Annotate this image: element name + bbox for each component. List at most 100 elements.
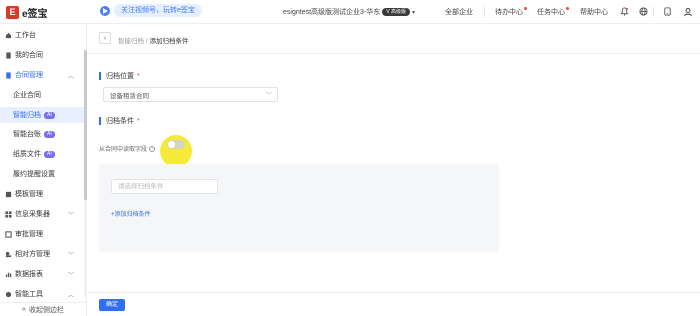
top-bar: E e签宝 关注视频号，玩转e签宝 esigntest高级版测试企业3-华东 V… xyxy=(0,0,700,24)
condition-panel: 请选择归档条件 +添加归档条件 xyxy=(99,164,499,252)
archive-condition-title: 归档条件 xyxy=(106,118,134,125)
document-icon xyxy=(5,51,12,59)
chevron-down-icon: ﹀ xyxy=(67,212,74,219)
sidebar-item-contract-management[interactable]: 合同管理 ︿ xyxy=(0,67,84,83)
logo-text: e签宝 xyxy=(22,9,48,20)
sidebar-item-label: 相对方管理 xyxy=(15,251,50,258)
back-button[interactable]: ‹ xyxy=(99,32,111,44)
logo[interactable]: E e签宝 xyxy=(6,5,48,20)
chevron-up-icon: ︿ xyxy=(67,73,74,80)
sidebar-item-label: 智能工具 xyxy=(15,291,43,298)
org-version-badge: V 高级版 xyxy=(382,8,410,16)
sidebar-item-my-contracts[interactable]: 我的合同 xyxy=(0,47,84,63)
main-content: ‹ 智能归档 / 添加归档条件 归档位置 * 设备租赁合同 ﹀ 归档条件 * 从… xyxy=(87,24,700,316)
home-icon xyxy=(5,32,12,39)
sidebar-subitem-smart-archive[interactable]: 智能归档 AI xyxy=(0,107,84,123)
sidebar-item-label: 审批管理 xyxy=(15,231,43,238)
sidebar-subitem-smart-ledger[interactable]: 智能台账 AI xyxy=(0,126,84,142)
sidebar-item-data-reports[interactable]: 数据报表 ﹀ xyxy=(0,266,84,282)
divider xyxy=(653,7,654,17)
sidebar-item-label: 模板管理 xyxy=(15,191,43,198)
org-name: esigntest高级版测试企业3-华东 xyxy=(283,9,381,16)
archive-condition-label: 归档条件 * xyxy=(99,116,140,126)
archive-location-value: 设备租赁合同 xyxy=(110,92,149,100)
caret-down-icon: ▾ xyxy=(411,9,415,16)
chevron-up-icon: ︿ xyxy=(67,292,74,299)
ai-badge: AI xyxy=(44,130,55,138)
ai-badge: AI xyxy=(44,150,55,158)
promo-banner[interactable]: 关注视频号，玩转e签宝 xyxy=(100,4,202,17)
org-switcher[interactable]: esigntest高级版测试企业3-华东 V 高级版 ▾ xyxy=(283,7,415,17)
confirm-button[interactable]: 确定 xyxy=(99,299,125,311)
required-mark: * xyxy=(137,117,140,125)
sidebar-item-approval-management[interactable]: 审批管理 xyxy=(0,226,84,242)
read-fields-hint: 从合同中读取字段 ? xyxy=(99,144,156,153)
read-fields-toggle[interactable] xyxy=(167,140,185,149)
sidebar-item-label: 工作台 xyxy=(15,32,36,39)
sidebar-subitem-fulfillment-reminders[interactable]: 履约提醒设置 xyxy=(0,166,84,182)
video-channel-icon xyxy=(100,5,110,16)
sidebar-item-counterparty-management[interactable]: 相对方管理 ﹀ xyxy=(0,246,84,262)
archive-location-title: 归档位置 xyxy=(106,73,134,80)
chevron-down-icon: ﹀ xyxy=(67,252,74,259)
nav-all-enterprises[interactable]: 全部企业 xyxy=(445,7,473,17)
sidebar-item-label: 数据报表 xyxy=(15,271,43,278)
breadcrumb-parent[interactable]: 智能归档 xyxy=(118,38,144,45)
sidebar-item-info-collector[interactable]: 信息采集器 ﹀ xyxy=(0,206,84,222)
footer-bar: 确定 xyxy=(87,292,700,316)
help-circle-icon[interactable]: ? xyxy=(149,145,156,152)
sidebar: 工作台 我的合同 合同管理 ︿ 企业合同 智能归档 AI 智能台账 AI 纸质文… xyxy=(0,24,87,316)
breadcrumb-current: 添加归档条件 xyxy=(149,38,189,45)
tools-icon xyxy=(5,291,12,298)
sidebar-subitem-enterprise-contracts[interactable]: 企业合同 xyxy=(0,87,84,103)
device-icon[interactable] xyxy=(662,6,673,17)
notification-dot xyxy=(566,7,569,10)
nav-todo-center[interactable]: 待办中心 xyxy=(495,7,527,17)
chevron-down-icon: ﹀ xyxy=(67,272,74,279)
collector-icon xyxy=(5,210,12,218)
sidebar-subitem-label: 智能归档 xyxy=(13,112,41,119)
sidebar-item-label: 我的合同 xyxy=(15,52,43,59)
template-icon xyxy=(5,191,12,198)
add-condition-link[interactable]: +添加归档条件 xyxy=(111,209,151,218)
chevron-down-icon: ﹀ xyxy=(265,93,272,99)
sidebar-item-template-management[interactable]: 模板管理 xyxy=(0,186,84,202)
sidebar-subitem-label: 纸质文件 xyxy=(13,151,41,158)
ai-badge: AI xyxy=(44,111,55,119)
logo-mark: E xyxy=(6,6,19,19)
required-mark: * xyxy=(137,72,140,80)
sidebar-subitem-label: 智能台账 xyxy=(13,131,41,138)
counterparty-icon xyxy=(5,251,12,258)
archive-location-label: 归档位置 * xyxy=(99,71,140,81)
condition-select[interactable]: 请选择归档条件 xyxy=(111,179,218,194)
sidebar-subitem-label: 履约提醒设置 xyxy=(13,171,55,178)
nav-task-label: 任务中心 xyxy=(537,9,565,16)
approval-icon xyxy=(5,230,12,238)
sidebar-item-smart-tools[interactable]: 智能工具 ︿ xyxy=(0,286,84,302)
toggle-knob xyxy=(168,141,175,148)
notification-dot xyxy=(524,7,527,10)
sidebar-subitem-paper-files[interactable]: 纸质文件 AI xyxy=(0,146,84,162)
section-marker xyxy=(99,72,101,80)
sidebar-item-workbench[interactable]: 工作台 xyxy=(0,27,84,43)
read-fields-label: 从合同中读取字段 xyxy=(99,147,148,153)
breadcrumb-separator: / xyxy=(145,38,148,45)
nav-help-center[interactable]: 帮助中心 xyxy=(580,7,608,17)
nav-task-center[interactable]: 任务中心 xyxy=(537,7,569,17)
collapse-sidebar-label: 收起侧边栏 xyxy=(28,306,64,314)
double-chevron-left-icon: « xyxy=(22,306,26,313)
archive-location-select[interactable]: 设备租赁合同 ﹀ xyxy=(103,87,278,102)
report-icon xyxy=(5,271,12,278)
chevron-left-icon: ‹ xyxy=(103,34,107,42)
collapse-sidebar-button[interactable]: « 收起侧边栏 xyxy=(0,302,86,316)
sidebar-item-label: 合同管理 xyxy=(15,72,43,79)
breadcrumb: 智能归档 / 添加归档条件 xyxy=(118,35,188,45)
sidebar-item-label: 信息采集器 xyxy=(15,211,50,218)
nav-todo-label: 待办中心 xyxy=(495,9,523,16)
breadcrumb-bar: ‹ 智能归档 / 添加归档条件 xyxy=(87,24,700,54)
bell-icon[interactable] xyxy=(619,6,630,17)
section-marker xyxy=(99,117,101,125)
globe-icon[interactable] xyxy=(638,6,649,17)
user-avatar-icon[interactable] xyxy=(682,6,693,17)
sidebar-subitem-label: 企业合同 xyxy=(13,92,41,99)
